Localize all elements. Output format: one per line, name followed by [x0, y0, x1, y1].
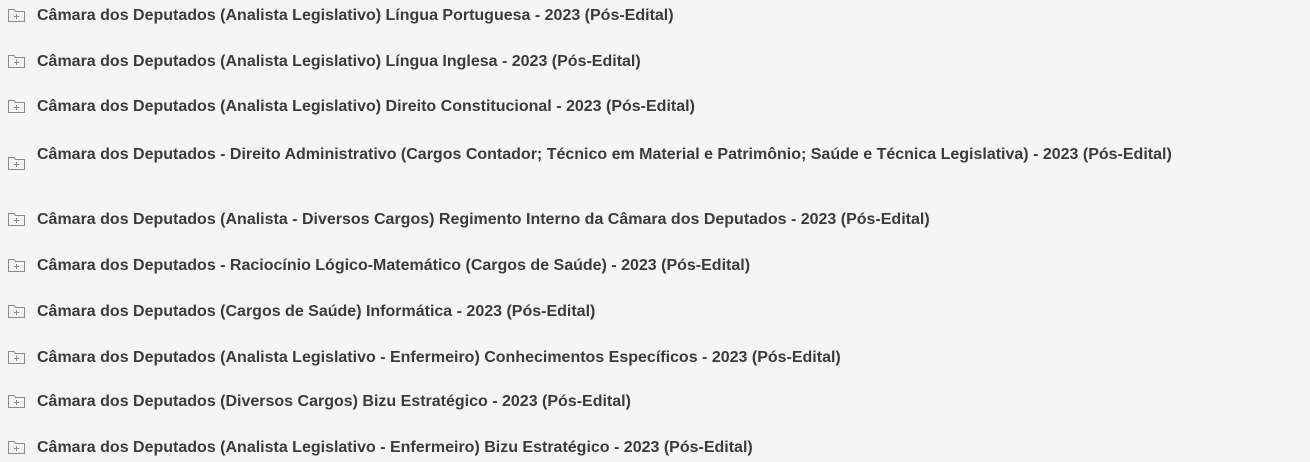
list-item[interactable]: Câmara dos Deputados (Analista - Diverso… — [0, 210, 1200, 229]
list-item[interactable]: Câmara dos Deputados (Analista Legislati… — [0, 6, 1200, 25]
item-label: Câmara dos Deputados - Direito Administr… — [37, 146, 1172, 163]
list-item[interactable]: Câmara dos Deputados (Analista Legislati… — [0, 348, 1200, 367]
item-label: Câmara dos Deputados (Analista Legislati… — [37, 439, 753, 456]
item-label: Câmara dos Deputados (Cargos de Saúde) I… — [37, 303, 596, 320]
list-item[interactable]: Câmara dos Deputados (Analista Legislati… — [0, 97, 1200, 116]
folder-plus-icon[interactable] — [7, 303, 26, 319]
folder-plus-icon[interactable] — [7, 98, 26, 114]
folder-plus-icon[interactable] — [7, 53, 26, 69]
list-item[interactable]: Câmara dos Deputados (Analista Legislati… — [0, 52, 1200, 71]
item-label: Câmara dos Deputados - Raciocínio Lógico… — [37, 257, 751, 274]
folder-plus-icon[interactable] — [7, 155, 26, 171]
folder-plus-icon[interactable] — [7, 7, 26, 23]
item-label: Câmara dos Deputados (Analista Legislati… — [37, 349, 841, 366]
folder-plus-icon[interactable] — [7, 349, 26, 365]
list-item[interactable]: Câmara dos Deputados (Analista Legislati… — [0, 438, 1200, 457]
item-label: Câmara dos Deputados (Diversos Cargos) B… — [37, 393, 631, 410]
folder-plus-icon[interactable] — [7, 439, 26, 455]
folder-list: Câmara dos Deputados (Analista Legislati… — [0, 0, 1310, 462]
list-item[interactable]: Câmara dos Deputados - Raciocínio Lógico… — [0, 256, 1200, 275]
folder-plus-icon[interactable] — [7, 257, 26, 273]
folder-plus-icon[interactable] — [7, 393, 26, 409]
folder-plus-icon[interactable] — [7, 211, 26, 227]
item-label: Câmara dos Deputados (Analista - Diverso… — [37, 211, 930, 228]
item-label: Câmara dos Deputados (Analista Legislati… — [37, 7, 674, 24]
list-item[interactable]: Câmara dos Deputados (Diversos Cargos) B… — [0, 392, 1200, 411]
item-label: Câmara dos Deputados (Analista Legislati… — [37, 53, 641, 70]
list-item[interactable]: Câmara dos Deputados - Direito Administr… — [0, 145, 1200, 171]
list-item[interactable]: Câmara dos Deputados (Cargos de Saúde) I… — [0, 302, 1200, 321]
item-label: Câmara dos Deputados (Analista Legislati… — [37, 98, 695, 115]
